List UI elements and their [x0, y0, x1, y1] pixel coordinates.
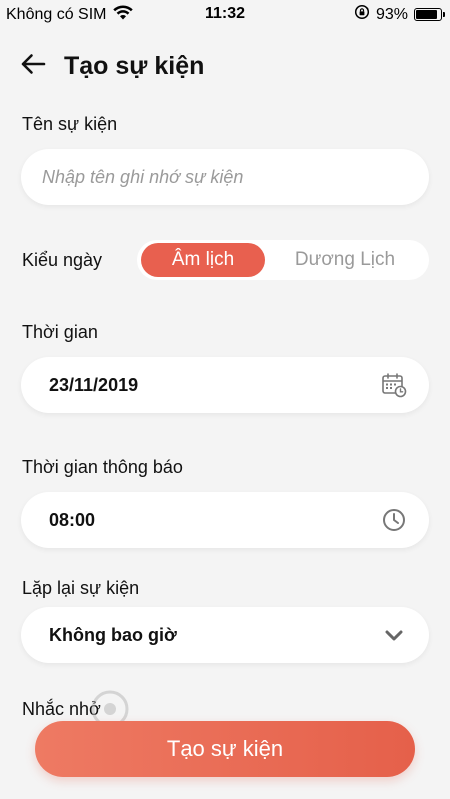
- time-label: Thời gian: [22, 322, 98, 342]
- event-name-input[interactable]: [42, 166, 400, 188]
- solar-calendar-option[interactable]: Dương Lịch: [265, 243, 425, 277]
- clock-icon[interactable]: [381, 507, 407, 533]
- date-type-label: Kiểu ngày: [22, 250, 103, 270]
- reminder-label: Nhắc nhở: [22, 699, 101, 719]
- orientation-lock-icon: [354, 4, 370, 25]
- date-picker-field[interactable]: 23/11/2019: [21, 357, 429, 413]
- notify-time-value: 08:00: [49, 509, 96, 530]
- event-name-label: Tên sự kiện: [22, 114, 118, 134]
- battery-percent: 93%: [375, 5, 408, 23]
- battery-level: [416, 10, 437, 19]
- arrow-left-icon: [20, 53, 46, 80]
- notify-time-label: Thời gian thông báo: [22, 457, 183, 477]
- lunar-calendar-option[interactable]: Âm lịch: [141, 243, 265, 277]
- battery-icon: [414, 8, 445, 21]
- status-bar: Không có SIM 11:32 93%: [0, 0, 450, 30]
- repeat-select[interactable]: Không bao giờ: [21, 607, 429, 663]
- event-name-field[interactable]: [21, 149, 429, 205]
- create-event-button[interactable]: Tạo sự kiện: [35, 721, 415, 777]
- repeat-label: Lặp lại sự kiện: [22, 578, 140, 598]
- notify-time-field[interactable]: 08:00: [21, 492, 429, 548]
- page-title: Tạo sự kiện: [64, 51, 205, 80]
- status-right: 93%: [354, 4, 445, 25]
- calendar-icon[interactable]: [381, 372, 407, 398]
- back-button[interactable]: [18, 51, 48, 81]
- date-type-toggle: Âm lịch Dương Lịch: [137, 240, 429, 280]
- chevron-down-icon[interactable]: [381, 622, 407, 648]
- date-value: 23/11/2019: [49, 374, 139, 395]
- repeat-value: Không bao giờ: [49, 624, 177, 645]
- header: Tạo sự kiện: [18, 44, 432, 88]
